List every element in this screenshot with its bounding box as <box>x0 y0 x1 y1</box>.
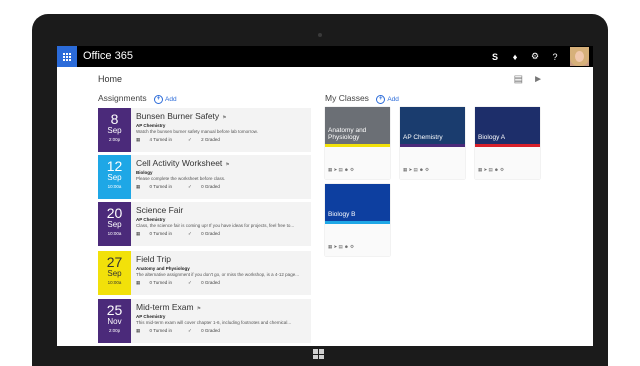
class-name: Anatomy and Physiology <box>328 127 367 141</box>
class-color-stripe <box>400 144 465 147</box>
page-title: Home <box>98 74 123 84</box>
bell-icon[interactable]: ♦ <box>505 46 525 67</box>
screen: Office 365 S ♦ ⚙ ? Home ▤ ► Assignments … <box>57 46 593 346</box>
app-title: Office 365 <box>83 50 133 62</box>
class-card[interactable]: Biology B ▦ ➤ ▤ ☻ ⚙ <box>325 184 390 256</box>
assignment-description: The alternative assignment if you don't … <box>136 272 299 277</box>
assignment-card[interactable]: 12 Sep 10:00a Cell Activity Worksheet ⚑ B… <box>98 155 311 199</box>
assignment-title[interactable]: Cell Activity Worksheet <box>136 158 222 168</box>
add-assignment-button[interactable]: + Add <box>154 94 177 104</box>
check-icon: ✓ <box>188 231 192 236</box>
megaphone-icon[interactable]: ► <box>533 74 543 85</box>
assignment-title[interactable]: Mid-term Exam <box>136 302 194 312</box>
assignment-course: Biology <box>136 170 153 175</box>
date-badge: 8 Sep 2:00p <box>98 108 131 152</box>
assignment-description: Please complete the worksheet before cla… <box>136 176 226 181</box>
avatar[interactable] <box>570 47 589 66</box>
class-card[interactable]: AP Chemistry ▦ ➤ ▤ ☻ ⚙ <box>400 107 465 179</box>
classes-heading: My Classes <box>325 93 369 103</box>
assignment-description: This mid-term exam will cover chapter 1-… <box>136 320 292 325</box>
graded-count: ✓ 2 Graded <box>188 137 220 142</box>
graded-count: ✓ 0 Graded <box>188 184 220 189</box>
date-badge: 25 Nov 2:00p <box>98 299 131 343</box>
assignment-title[interactable]: Field Trip <box>136 254 171 264</box>
top-bar: Office 365 S ♦ ⚙ ? <box>57 46 593 67</box>
add-class-button[interactable]: + Add <box>376 94 399 104</box>
check-icon: ✓ <box>188 137 192 142</box>
class-action-icons[interactable]: ▦ ➤ ▤ ☻ ⚙ <box>328 244 354 250</box>
camera-dot <box>318 33 322 37</box>
date-badge: 27 Sep 10:00a <box>98 251 131 295</box>
class-action-icons[interactable]: ▦ ➤ ▤ ☻ ⚙ <box>328 167 354 173</box>
class-name: AP Chemistry <box>403 134 443 141</box>
assignments-heading: Assignments <box>98 93 147 103</box>
assignment-card[interactable]: 20 Sep 10:00a Science Fair AP Chemistry … <box>98 202 311 246</box>
notes-icon[interactable]: ▤ <box>514 74 523 85</box>
class-image: AP Chemistry <box>400 107 465 144</box>
assignments-header: Assignments + Add <box>98 93 177 104</box>
class-action-icons[interactable]: ▦ ➤ ▤ ☻ ⚙ <box>403 167 429 173</box>
turned-in-count: ▦ 4 Turned in <box>136 137 173 142</box>
class-card[interactable]: Anatomy and Physiology ▦ ➤ ▤ ☻ ⚙ <box>325 107 390 179</box>
inbox-icon: ▦ <box>136 137 141 142</box>
flag-icon: ⚑ <box>225 162 230 168</box>
classes-header: My Classes + Add <box>325 93 399 104</box>
skype-icon[interactable]: S <box>485 46 505 67</box>
assignment-course: AP Chemistry <box>136 123 166 128</box>
check-icon: ✓ <box>188 280 192 285</box>
assignment-description: Watch the bunsen burner safety manual be… <box>136 129 258 134</box>
turned-in-count: ▦ 0 Turned in <box>136 184 173 189</box>
inbox-icon: ▦ <box>136 280 141 285</box>
class-image: Anatomy and Physiology <box>325 107 390 144</box>
assignment-title[interactable]: Science Fair <box>136 205 183 215</box>
assignment-title[interactable]: Bunsen Burner Safety <box>136 111 219 121</box>
class-color-stripe <box>475 144 540 147</box>
date-badge: 20 Sep 10:00a <box>98 202 131 246</box>
assignment-card[interactable]: 25 Nov 2:00p Mid-term Exam ⚑ AP Chemistry… <box>98 299 311 343</box>
date-badge: 12 Sep 10:00a <box>98 155 131 199</box>
inbox-icon: ▦ <box>136 231 141 236</box>
class-card[interactable]: Biology A ▦ ➤ ▤ ☻ ⚙ <box>475 107 540 179</box>
windows-logo-icon <box>313 349 325 360</box>
turned-in-count: ▦ 0 Turned in <box>136 328 173 333</box>
help-icon[interactable]: ? <box>545 46 565 67</box>
flag-icon: ⚑ <box>222 115 227 121</box>
inbox-icon: ▦ <box>136 328 141 333</box>
turned-in-count: ▦ 0 Turned in <box>136 231 173 236</box>
assignment-course: AP Chemistry <box>136 217 166 222</box>
waffle-icon <box>63 52 71 61</box>
class-image: Biology B <box>325 184 390 221</box>
check-icon: ✓ <box>188 184 192 189</box>
assignment-course: Anatomy and Physiology <box>136 266 190 271</box>
assignment-card[interactable]: 8 Sep 2:00p Bunsen Burner Safety ⚑ AP Che… <box>98 108 311 152</box>
class-name: Biology B <box>328 211 356 218</box>
class-color-stripe <box>325 221 390 224</box>
assignment-course: AP Chemistry <box>136 314 166 319</box>
class-color-stripe <box>325 144 390 147</box>
turned-in-count: ▦ 0 Turned in <box>136 280 173 285</box>
check-icon: ✓ <box>188 328 192 333</box>
app-launcher-button[interactable] <box>57 46 77 67</box>
gear-icon[interactable]: ⚙ <box>525 46 545 67</box>
graded-count: ✓ 0 Graded <box>188 231 220 236</box>
class-name: Biology A <box>478 134 506 141</box>
class-action-icons[interactable]: ▦ ➤ ▤ ☻ ⚙ <box>478 167 504 173</box>
flag-icon: ⚑ <box>196 306 202 312</box>
class-image: Biology A <box>475 107 540 144</box>
assignment-description: Class, the science fair is coming up! If… <box>136 223 295 228</box>
inbox-icon: ▦ <box>136 184 141 189</box>
assignment-card[interactable]: 27 Sep 10:00a Field Trip Anatomy and Phy… <box>98 251 311 295</box>
graded-count: ✓ 0 Graded <box>188 328 220 333</box>
graded-count: ✓ 0 Graded <box>188 280 220 285</box>
